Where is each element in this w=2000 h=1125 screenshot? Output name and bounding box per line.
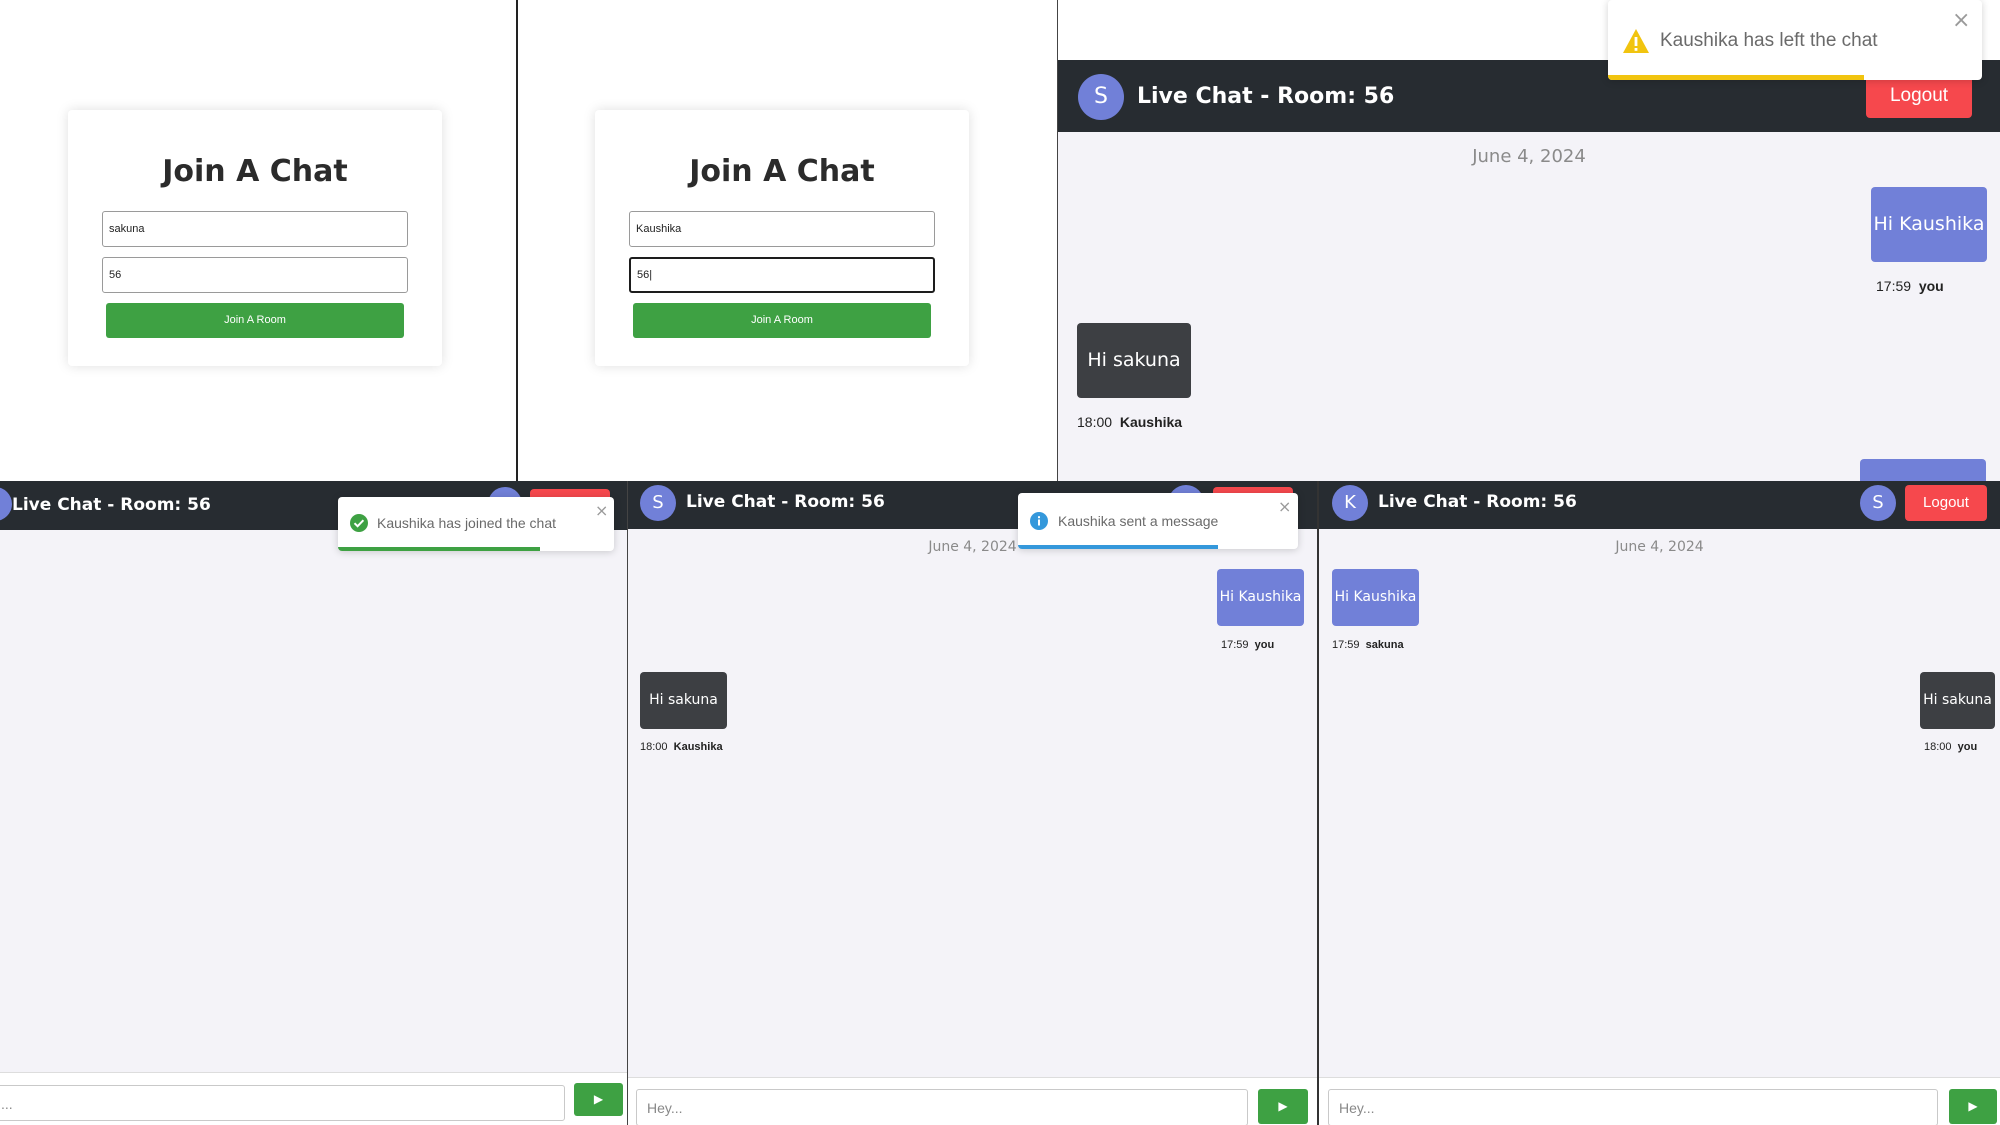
message-meta: 17:59 you (1876, 278, 1944, 294)
join-card: Join A Chat Join A Room (595, 110, 969, 366)
message-input[interactable]: Hey... (636, 1089, 1248, 1125)
message-bubble-mine: Hi Kaushika (1871, 187, 1987, 262)
message-sender: you (1254, 639, 1275, 651)
room-title: Live Chat - Room: 56 (12, 495, 211, 515)
close-icon[interactable]: × (1952, 8, 1970, 33)
message-time: 18:00 (1077, 414, 1113, 430)
toast-message: Kaushika sent a message (1058, 513, 1219, 529)
message-bubble-mine: Hi Kaushika (1332, 569, 1419, 626)
send-button[interactable]: ▶ (574, 1083, 623, 1116)
warning-icon (1623, 29, 1649, 53)
close-icon[interactable]: × (1278, 497, 1291, 516)
join-title: Join A Chat (162, 154, 348, 189)
toast-message: Kaushika has left the chat (1660, 30, 1878, 51)
user-avatar (0, 487, 12, 521)
message-input[interactable]: Hey... (1328, 1089, 1938, 1125)
user-avatar: S (1860, 485, 1896, 521)
chat-messages: June 4, 2024 Hi Kaushika 17:59 you Hi sa… (1058, 132, 2000, 481)
send-button[interactable]: ▶ (1258, 1089, 1308, 1124)
message-bubble-theirs: Hi sakuna (1920, 672, 1995, 729)
chat-panel-bottom-middle: S Live Chat - Room: 56 June 4, 2024 Hi K… (628, 481, 1317, 1125)
message-time: 17:59 (1221, 639, 1249, 651)
toast-warning: Kaushika has left the chat × (1608, 0, 1982, 80)
message-time: 18:00 (1924, 741, 1952, 753)
username-input[interactable] (629, 211, 935, 247)
message-meta: 18:00 Kaushika (640, 741, 723, 753)
close-icon[interactable]: × (595, 501, 608, 520)
message-time: 18:00 (640, 741, 668, 753)
user-avatar: S (1078, 74, 1124, 120)
message-sender: Kaushika (673, 741, 723, 753)
message-input[interactable]: ... (0, 1085, 565, 1121)
message-bubble-mine (1860, 459, 1986, 481)
room-title: Live Chat - Room: 56 (686, 492, 885, 512)
logout-button[interactable]: Logout (1905, 485, 1987, 521)
join-room-button[interactable]: Join A Room (633, 303, 931, 338)
info-icon (1030, 512, 1048, 530)
composer: Hey... ▶ (628, 1077, 1317, 1125)
toast-info: Kaushika sent a message × (1018, 493, 1298, 549)
join-title: Join A Chat (689, 154, 875, 189)
message-meta: 17:59 you (1221, 639, 1274, 651)
message-time: 17:59 (1332, 639, 1360, 651)
toast-progress (1608, 75, 1864, 80)
room-input[interactable] (629, 257, 935, 293)
toast-message: Kaushika has joined the chat (377, 515, 557, 531)
message-meta: 17:59 sakuna (1332, 639, 1404, 651)
username-input[interactable] (102, 211, 408, 247)
composer: Hey... ▶ (1319, 1077, 2000, 1125)
toast-progress (338, 547, 540, 551)
room-title: Live Chat - Room: 56 (1378, 492, 1577, 512)
message-sender: sakuna (1365, 639, 1404, 651)
message-bubble-mine: Hi Kaushika (1217, 569, 1304, 626)
join-room-button[interactable]: Join A Room (106, 303, 404, 338)
user-avatar: K (1332, 485, 1368, 521)
date-separator: June 4, 2024 (1472, 146, 1586, 167)
join-card: Join A Chat Join A Room (68, 110, 442, 366)
message-bubble-theirs: Hi sakuna (1077, 323, 1191, 398)
date-separator: June 4, 2024 (1615, 539, 1704, 555)
toast-progress (1018, 545, 1218, 549)
message-meta: 18:00 you (1924, 741, 1977, 753)
join-panel-sakuna: Join A Chat Join A Room (0, 0, 517, 481)
room-title: Live Chat - Room: 56 (1137, 84, 1395, 109)
chat-header: K Live Chat - Room: 56 S Logout (1319, 481, 2000, 529)
message-sender: you (1957, 741, 1978, 753)
message-meta: 18:00 Kaushika (1077, 414, 1182, 430)
toast-success: Kaushika has joined the chat × (338, 497, 614, 551)
join-panel-kaushika: Join A Chat Join A Room (518, 0, 1057, 481)
message-time: 17:59 (1876, 278, 1912, 294)
room-input[interactable] (102, 257, 408, 293)
user-avatar: S (640, 485, 676, 521)
message-bubble-theirs: Hi sakuna (640, 672, 727, 729)
composer: ... ▶ (0, 1072, 627, 1125)
check-circle-icon (350, 514, 368, 532)
chat-panel-bottom-left: Live Chat - Room: 56 Kaushika has joined… (0, 481, 627, 1125)
chat-panel-bottom-right: K Live Chat - Room: 56 S Logout June 4, … (1319, 481, 2000, 1125)
send-button[interactable]: ▶ (1949, 1089, 1997, 1124)
message-sender: Kaushika (1119, 414, 1183, 430)
message-sender: you (1918, 278, 1944, 294)
chat-panel-top-right: S Live Chat - Room: 56 Logout June 4, 20… (1058, 0, 2000, 481)
